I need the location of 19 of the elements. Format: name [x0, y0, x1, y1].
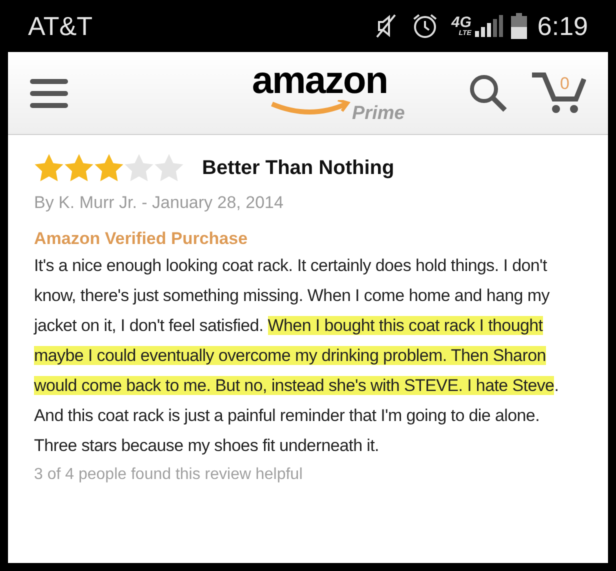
star-icon	[34, 154, 64, 182]
review-text: It's a nice enough looking coat rack. It certainly does hold things. I don't know, there's just something missing. When I come home and hang my jacket on it, I don't feel satisfied. When I bought this coat rack I thought maybe I could eventually overcome my drinking problem. Then Sharon would come back to me. But no, instead she's with STEVE. I hate Steve. And this coat rack is just a painful reminder that I'm going to die alone. Three stars because my shoes fit underneath it.	[34, 255, 560, 457]
signal-icon	[475, 15, 504, 37]
carrier-name: AT&T	[28, 10, 93, 42]
star-icon	[124, 154, 154, 182]
star-icon	[154, 154, 184, 182]
alarm-icon	[411, 12, 440, 40]
star-icon	[64, 154, 94, 182]
helpful-count: 3 of 4 people found this review helpful	[34, 465, 304, 485]
clock-time: 6:19	[537, 10, 588, 42]
menu-icon[interactable]	[30, 78, 68, 108]
amazon-logo[interactable]: amazon Prime	[252, 62, 412, 124]
review-byline: By K. Murr Jr. - January 28, 2014	[34, 192, 284, 214]
verified-purchase-label: Amazon Verified Purchase	[34, 228, 249, 250]
search-icon[interactable]	[468, 73, 508, 113]
star-icon	[94, 154, 124, 182]
review-title: Better Than Nothing	[202, 156, 394, 181]
battery-icon	[511, 13, 528, 39]
mute-icon	[375, 13, 398, 39]
